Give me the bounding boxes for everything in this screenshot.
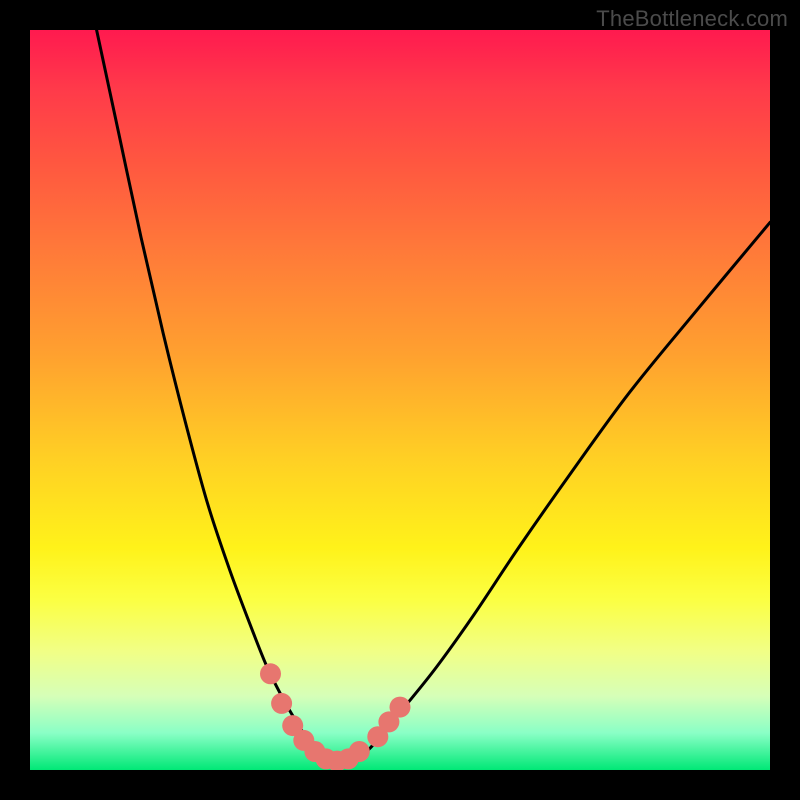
- plot-area: [30, 30, 770, 770]
- chart-frame: TheBottleneck.com: [0, 0, 800, 800]
- curve-markers: [30, 30, 770, 770]
- marker-point: [349, 741, 370, 762]
- marker-point: [260, 663, 281, 684]
- marker-point: [271, 693, 292, 714]
- marker-point: [390, 697, 411, 718]
- watermark-text: TheBottleneck.com: [596, 6, 788, 32]
